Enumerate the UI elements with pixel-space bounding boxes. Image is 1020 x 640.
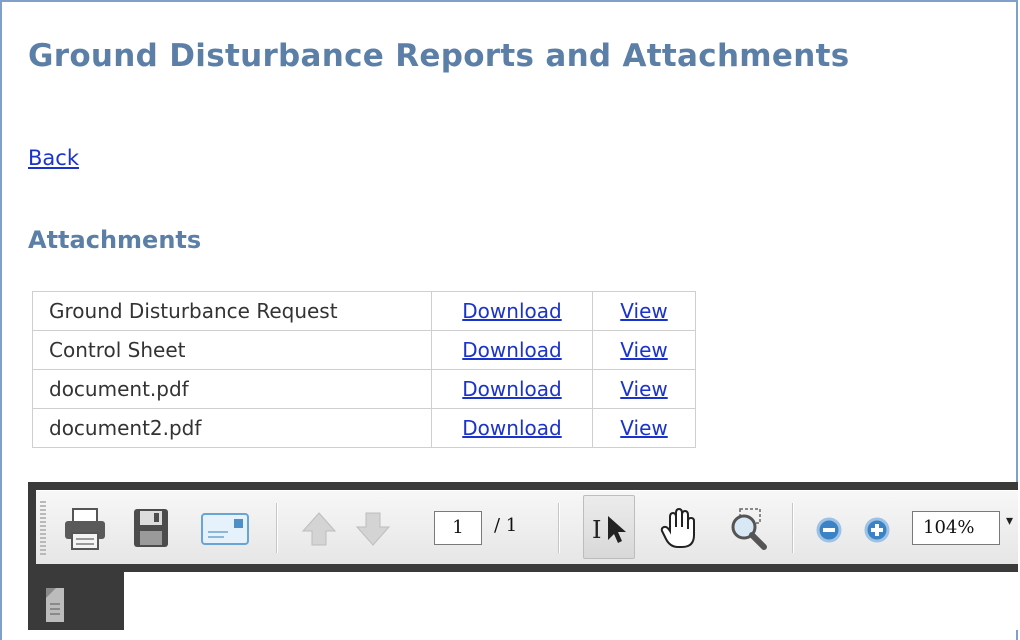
page-number-input[interactable]: 1	[434, 511, 482, 545]
download-link[interactable]: Download	[462, 338, 561, 362]
download-link[interactable]: Download	[462, 299, 561, 323]
navigation-panel	[28, 572, 124, 630]
next-page-icon[interactable]	[348, 501, 398, 555]
previous-page-icon[interactable]	[294, 501, 344, 555]
back-link[interactable]: Back	[28, 146, 79, 170]
table-row: document.pdf Download View	[32, 369, 696, 409]
attachment-name: Ground Disturbance Request	[32, 291, 432, 331]
select-tool-icon: I	[592, 516, 626, 544]
hand-tool-icon[interactable]	[654, 501, 704, 555]
zoom-out-icon[interactable]	[804, 501, 854, 555]
table-row: Control Sheet Download View	[32, 330, 696, 370]
download-link[interactable]: Download	[462, 377, 561, 401]
zoom-dropdown-arrow[interactable]: ▾	[1006, 513, 1013, 529]
zoom-in-icon[interactable]	[852, 501, 902, 555]
toolbar-separator	[792, 503, 794, 553]
page-total: / 1	[494, 515, 518, 536]
pdf-viewer: 1 / 1 I 104% ▾	[28, 482, 1018, 630]
marquee-zoom-icon[interactable]	[724, 501, 774, 555]
email-icon[interactable]	[196, 501, 249, 555]
pdf-toolbar: 1 / 1 I 104% ▾	[36, 490, 1018, 564]
table-row: Ground Disturbance Request Download View	[32, 291, 696, 331]
toolbar-separator	[558, 503, 560, 553]
view-link[interactable]: View	[620, 338, 667, 362]
view-link[interactable]: View	[620, 416, 667, 440]
svg-text:I: I	[592, 516, 601, 544]
save-icon[interactable]	[126, 501, 176, 555]
document-page[interactable]	[124, 572, 1018, 630]
download-link[interactable]: Download	[462, 416, 561, 440]
view-link[interactable]: View	[620, 299, 667, 323]
attachment-name: document2.pdf	[32, 408, 432, 448]
attachment-name: document.pdf	[32, 369, 432, 409]
attachments-table: Ground Disturbance Request Download View…	[32, 291, 696, 448]
attachment-name: Control Sheet	[32, 330, 432, 370]
attachments-heading: Attachments	[28, 226, 202, 254]
select-tool-button[interactable]: I	[583, 495, 635, 559]
toolbar-separator	[276, 503, 278, 553]
print-icon[interactable]	[60, 501, 110, 555]
view-link[interactable]: View	[620, 377, 667, 401]
pages-panel-icon[interactable]	[42, 584, 68, 624]
zoom-level-input[interactable]: 104%	[912, 511, 1000, 545]
table-row: document2.pdf Download View	[32, 408, 696, 448]
page-title: Ground Disturbance Reports and Attachmen…	[28, 38, 850, 74]
toolbar-grip[interactable]	[40, 501, 46, 555]
